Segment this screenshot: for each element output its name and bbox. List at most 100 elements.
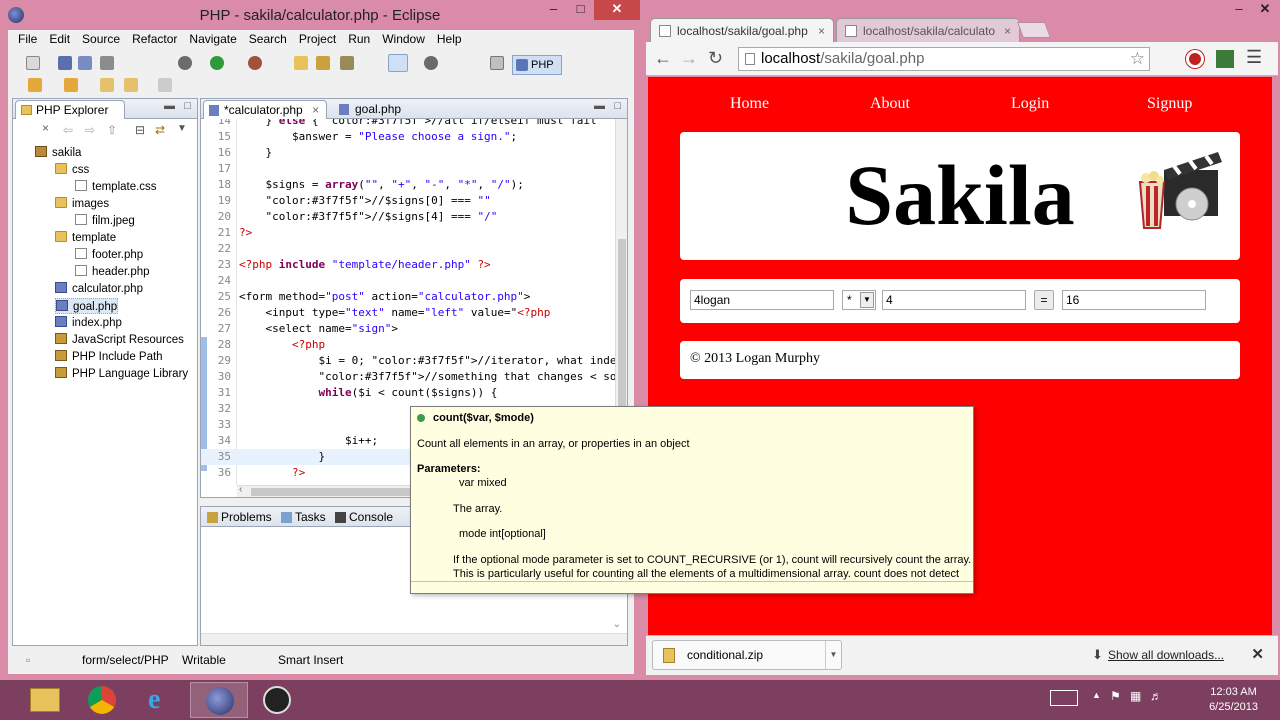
chevron-down-icon[interactable]: ▼ xyxy=(825,641,841,669)
address-bar[interactable]: localhost/sakila/goal.php ☆ xyxy=(738,47,1150,71)
show-all-downloads-link[interactable]: Show all downloads... xyxy=(1108,648,1224,662)
code-line[interactable]: 25 <form method="post" action="calculator… xyxy=(201,289,615,305)
external-tools-icon[interactable] xyxy=(248,56,262,70)
code-line[interactable]: 15 $answer = "Please choose a sign."; xyxy=(201,129,615,145)
run-icon[interactable] xyxy=(210,56,224,70)
menu-edit[interactable]: Edit xyxy=(43,30,76,48)
code-line[interactable]: 24 xyxy=(201,273,615,289)
tab-tasks[interactable]: Tasks xyxy=(277,508,332,527)
equals-button[interactable]: = xyxy=(1034,290,1054,310)
volume-icon[interactable]: ♬ xyxy=(1150,689,1162,703)
close-icon[interactable]: × xyxy=(312,103,319,117)
left-operand-input[interactable] xyxy=(690,290,834,310)
right-operand-input[interactable] xyxy=(882,290,1026,310)
maximize-button[interactable]: □ xyxy=(567,0,594,20)
menu-help[interactable]: Help xyxy=(431,30,468,48)
prev-annotation-icon[interactable] xyxy=(64,78,78,92)
scrollbar-thumb[interactable] xyxy=(251,488,411,496)
open-folder-icon[interactable] xyxy=(294,56,308,70)
minimize-view-icon[interactable]: ▬ xyxy=(164,100,175,112)
maximize-view-icon[interactable]: □ xyxy=(184,100,191,112)
code-line[interactable]: 17 xyxy=(201,161,615,177)
code-line[interactable]: 18 $signs = array("", "+", "-", "*", "/"… xyxy=(201,177,615,193)
code-line[interactable]: 19 "color:#3f7f5f">//$signs[0] === "" xyxy=(201,193,615,209)
tab-goal-php[interactable]: goal.php xyxy=(333,100,425,119)
print-icon[interactable] xyxy=(100,56,114,70)
view-menu-icon[interactable]: ▼ xyxy=(177,123,187,134)
tree-item-css[interactable]: css xyxy=(55,162,89,178)
up-icon[interactable]: ⇧ xyxy=(107,123,117,137)
debug-icon[interactable] xyxy=(178,56,192,70)
tree-item-film-jpeg[interactable]: film.jpeg xyxy=(75,213,135,229)
nav-about-link[interactable]: About xyxy=(870,95,910,113)
keyboard-icon[interactable] xyxy=(1050,690,1078,706)
flag-icon[interactable]: ⚑ xyxy=(1110,689,1121,703)
code-line[interactable]: 29 $i = 0; "color:#3f7f5f">//iterator, w… xyxy=(201,353,615,369)
menu-window[interactable]: Window xyxy=(376,30,431,48)
code-line[interactable]: 30 "color:#3f7f5f">//something that chan… xyxy=(201,369,615,385)
close-button[interactable]: ✕ xyxy=(1250,0,1280,20)
tab-php-explorer[interactable]: PHP Explorer × xyxy=(15,100,125,135)
taskbar-chrome[interactable] xyxy=(74,682,132,718)
php-perspective-button[interactable]: PHP xyxy=(512,55,562,75)
open-type-icon[interactable] xyxy=(316,56,330,70)
code-line[interactable]: 28 <?php xyxy=(201,337,615,353)
forward-nav-icon[interactable]: ⇨ xyxy=(85,123,95,137)
tree-item-images[interactable]: images xyxy=(55,196,109,212)
menu-refactor[interactable]: Refactor xyxy=(126,30,183,48)
tree-item-calculator-php[interactable]: calculator.php xyxy=(55,281,143,297)
nav-home-link[interactable]: Home xyxy=(730,95,769,113)
tab-calculator-php[interactable]: *calculator.php × xyxy=(203,100,327,119)
taskbar-obs[interactable] xyxy=(248,682,306,718)
taskbar-eclipse[interactable] xyxy=(190,682,248,718)
code-line[interactable]: 26 <input type="text" name="left" value=… xyxy=(201,305,615,321)
search-icon[interactable] xyxy=(340,56,354,70)
bottom-horizontal-scrollbar[interactable] xyxy=(201,633,627,645)
taskbar-explorer[interactable] xyxy=(16,682,74,718)
forward-icon[interactable] xyxy=(158,78,172,92)
network-icon[interactable]: ▦ xyxy=(1130,689,1141,703)
show-hidden-icons[interactable]: ▲ xyxy=(1092,690,1101,700)
mark-occurrences-icon[interactable] xyxy=(388,54,408,72)
close-button[interactable]: ✕ xyxy=(594,0,640,20)
menu-search[interactable]: Search xyxy=(243,30,293,48)
new-tab-button[interactable] xyxy=(1017,22,1051,38)
back-icon[interactable] xyxy=(124,78,138,92)
maximize-editor-icon[interactable]: □ xyxy=(614,100,621,112)
nav-login-link[interactable]: Login xyxy=(1011,95,1049,113)
menu-source[interactable]: Source xyxy=(76,30,126,48)
save-icon[interactable] xyxy=(58,56,72,70)
code-line[interactable]: 31 while($i < count($signs)) { xyxy=(201,385,615,401)
code-line[interactable]: 20 "color:#3f7f5f">//$signs[4] === "/" xyxy=(201,209,615,225)
globe-icon[interactable] xyxy=(424,56,438,70)
chrome-menu-icon[interactable]: ☰ xyxy=(1246,47,1262,68)
back-icon[interactable]: ← xyxy=(654,48,672,69)
tab-problems[interactable]: Problems xyxy=(203,508,278,527)
tree-item-template[interactable]: template xyxy=(55,230,116,246)
code-line[interactable]: 16 } xyxy=(201,145,615,161)
code-line[interactable]: 27 <select name="sign"> xyxy=(201,321,615,337)
tree-item-sakila[interactable]: sakila xyxy=(35,145,81,161)
tree-item-footer-php[interactable]: footer.php xyxy=(75,247,143,263)
last-edit-icon[interactable] xyxy=(100,78,114,92)
tree-item-php-language-library[interactable]: PHP Language Library xyxy=(55,366,188,382)
clock[interactable]: 12:03 AM 6/25/2013 xyxy=(1209,685,1258,715)
code-line[interactable]: 21 ?> xyxy=(201,225,615,241)
menu-run[interactable]: Run xyxy=(342,30,376,48)
reload-icon[interactable]: ↻ xyxy=(708,48,723,69)
tree-item-header-php[interactable]: header.php xyxy=(75,264,150,280)
collapse-all-icon[interactable]: ⊟ xyxy=(135,123,145,137)
tree-item-goal-php[interactable]: goal.php xyxy=(55,298,119,314)
tree-item-javascript-resources[interactable]: JavaScript Resources xyxy=(55,332,184,348)
forward-icon[interactable]: → xyxy=(680,48,698,69)
download-item[interactable]: conditional.zip ▼ xyxy=(652,640,842,670)
code-line[interactable]: 23 <?php include "template/header.php" ?> xyxy=(201,257,615,273)
sign-select[interactable]: * ▼ xyxy=(842,290,876,310)
adblock-icon[interactable] xyxy=(1186,50,1204,68)
tree-item-template-css[interactable]: template.css xyxy=(75,179,157,195)
tab-calculator[interactable]: localhost/sakila/calculato × xyxy=(836,18,1020,44)
menu-file[interactable]: File xyxy=(12,30,43,48)
extension-icon[interactable] xyxy=(1216,50,1234,68)
tree-item-php-include-path[interactable]: PHP Include Path xyxy=(55,349,163,365)
minimize-button[interactable]: – xyxy=(540,0,567,20)
